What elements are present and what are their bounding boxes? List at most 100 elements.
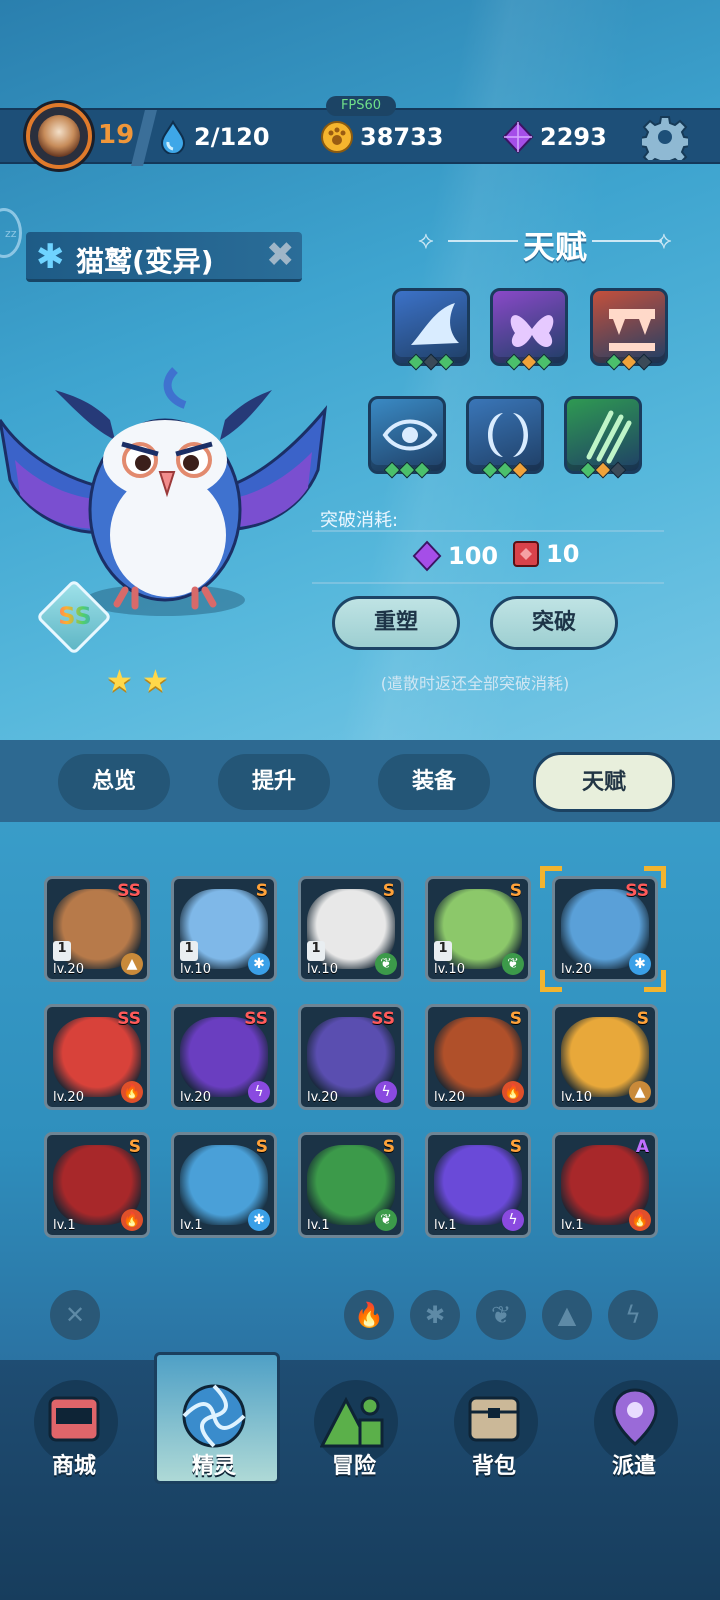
pet-level: lv.20 xyxy=(307,1090,338,1105)
pet-level: lv.1 xyxy=(180,1218,203,1233)
map-pin-icon xyxy=(612,1388,658,1446)
pet-card[interactable]: Alv.1 🔥 xyxy=(552,1132,658,1238)
pet-card[interactable]: SS 1 lv.20 ▲ xyxy=(44,876,150,982)
pet-card[interactable]: S 1 lv.10 ❦ xyxy=(298,876,404,982)
fire-filter-icon[interactable]: 🔥 xyxy=(344,1290,394,1340)
nav-dispatch[interactable]: 派遣 xyxy=(584,1376,684,1486)
ornament-right-icon: ⟡ xyxy=(656,226,672,254)
tab-talent[interactable]: 天赋 xyxy=(533,752,675,812)
backpack-icon xyxy=(468,1396,520,1442)
gold-counter[interactable]: 38733 xyxy=(320,120,444,154)
pet-level: lv.10 xyxy=(434,962,465,977)
ornament-line xyxy=(592,240,662,242)
breach-button[interactable]: 突破 xyxy=(490,596,618,650)
pet-card[interactable]: SS lv.20 ϟ xyxy=(298,1004,404,1110)
star-icon: ★ xyxy=(106,664,133,699)
purple-gem-icon xyxy=(502,120,534,154)
earth-filter-icon[interactable]: ▲ xyxy=(542,1290,592,1340)
pet-card[interactable]: Slv.1 ❦ xyxy=(298,1132,404,1238)
clear-filter-icon[interactable]: ✕ xyxy=(50,1290,100,1340)
pet-card[interactable]: SS lv.20 ✱ xyxy=(552,876,658,982)
thunder-element-icon: ϟ xyxy=(502,1209,524,1231)
selection-bracket xyxy=(644,866,666,888)
divider xyxy=(312,530,664,532)
fire-element-icon: 🔥 xyxy=(502,1081,524,1103)
thunder-filter-icon[interactable]: ϟ xyxy=(608,1290,658,1340)
player-level: 19 xyxy=(98,120,135,150)
level-pip xyxy=(609,461,627,479)
leaf-filter-icon[interactable]: ❦ xyxy=(476,1290,526,1340)
ice-filter-icon[interactable]: ✱ xyxy=(410,1290,460,1340)
tab-equipment[interactable]: 装备 xyxy=(378,754,490,810)
pet-level: lv.20 xyxy=(434,1090,465,1105)
nav-adventure[interactable]: 冒险 xyxy=(304,1376,404,1486)
pet-card[interactable]: Slv.1 ✱ xyxy=(171,1132,277,1238)
close-icon[interactable]: ✖ xyxy=(266,238,295,272)
reshape-button[interactable]: 重塑 xyxy=(332,596,460,650)
pet-count-badge: 1 xyxy=(53,941,71,961)
pet-portrait xyxy=(0,367,328,616)
breach-cost-label: 突破消耗: xyxy=(320,510,399,531)
pet-card[interactable]: SS lv.20 ϟ xyxy=(171,1004,277,1110)
grade-badge: S xyxy=(255,1137,268,1157)
skill-level-pips xyxy=(383,461,431,479)
nav-sprites[interactable]: 精灵 xyxy=(164,1376,264,1486)
pet-level: lv.10 xyxy=(307,962,338,977)
nav-label: 精灵 xyxy=(191,1454,236,1479)
thunder-element-icon: ϟ xyxy=(375,1081,397,1103)
grade-badge: SS xyxy=(117,881,141,901)
pet-card[interactable]: S 1 lv.10 ❦ xyxy=(425,876,531,982)
selection-bracket xyxy=(540,866,562,888)
pet-level: lv.1 xyxy=(434,1218,457,1233)
settings-gear-icon[interactable] xyxy=(642,114,688,160)
avatar-image xyxy=(38,115,80,157)
pet-card[interactable]: S 1 lv.10 ✱ xyxy=(171,876,277,982)
grade-badge: SS xyxy=(244,1009,268,1029)
nav-backpack[interactable]: 背包 xyxy=(444,1376,544,1486)
tab-upgrade[interactable]: 提升 xyxy=(218,754,330,810)
pet-card[interactable]: Slv.20 🔥 xyxy=(425,1004,531,1110)
grade-badge: SS xyxy=(117,1009,141,1029)
item-cost: 10 xyxy=(512,540,579,568)
gem-counter[interactable]: 2293 xyxy=(502,120,607,154)
gem-cost-value: 100 xyxy=(448,542,499,570)
pet-level: lv.20 xyxy=(561,962,592,977)
pet-card[interactable]: Slv.10 ▲ xyxy=(552,1004,658,1110)
energy-counter[interactable]: 2/120 xyxy=(158,120,270,154)
ice-element-icon: ✱ xyxy=(36,237,65,277)
shark-fin-icon xyxy=(411,303,459,345)
pet-level: lv.10 xyxy=(180,962,211,977)
pet-count-badge: 1 xyxy=(307,941,325,961)
pet-level: lv.20 xyxy=(53,962,84,977)
pet-name: 猫鹫(变异) xyxy=(76,245,214,278)
nav-label: 派遣 xyxy=(611,1454,656,1479)
fangs-icon xyxy=(609,309,655,351)
skill-level-pips xyxy=(481,461,529,479)
grade-badge: S xyxy=(509,1137,522,1157)
tab-overview[interactable]: 总览 xyxy=(58,754,170,810)
skill-level-pips xyxy=(505,353,553,371)
water-drop-icon xyxy=(160,120,186,154)
pet-card[interactable]: SS lv.20 🔥 xyxy=(44,1004,150,1110)
energy-value: 2/120 xyxy=(194,123,270,151)
level-pip xyxy=(511,461,529,479)
pet-level: lv.10 xyxy=(561,1090,592,1105)
level-pip xyxy=(535,353,553,371)
shop-icon xyxy=(48,1396,100,1442)
skill-level-pips xyxy=(579,461,627,479)
grade-badge: S xyxy=(382,1137,395,1157)
bar-separator xyxy=(131,110,157,166)
grade-badge: S xyxy=(255,881,268,901)
thunder-element-icon: ϟ xyxy=(248,1081,270,1103)
nav-shop[interactable]: 商城 xyxy=(24,1376,124,1486)
player-avatar[interactable] xyxy=(26,103,92,169)
leaf-element-icon: ❦ xyxy=(375,1209,397,1231)
pet-card[interactable]: Slv.1 ϟ xyxy=(425,1132,531,1238)
fire-element-icon: 🔥 xyxy=(121,1081,143,1103)
ice-element-icon: ✱ xyxy=(248,953,270,975)
nav-label: 背包 xyxy=(471,1454,516,1479)
grade-badge: S xyxy=(509,881,522,901)
earth-element-icon: ▲ xyxy=(121,953,143,975)
level-pip xyxy=(437,353,455,371)
pet-card[interactable]: Slv.1 🔥 xyxy=(44,1132,150,1238)
